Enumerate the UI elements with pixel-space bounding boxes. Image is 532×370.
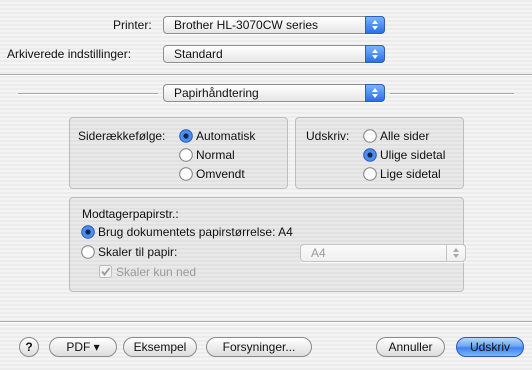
scale-down-label: Skaler kun ned — [116, 265, 197, 279]
use-document-size-label: Brug dokumentets papirstørrelse: A4 — [98, 225, 293, 239]
scale-paper-value: A4 — [311, 246, 326, 260]
print-pages-all-label: Alle sider — [380, 129, 430, 143]
top-separator — [0, 74, 532, 76]
print-button[interactable]: Udskriv — [456, 337, 524, 357]
presets-value: Standard — [174, 47, 223, 61]
preview-button[interactable]: Eksempel — [123, 337, 197, 357]
radio-odd-pages[interactable] — [363, 148, 377, 162]
pdf-menu-button[interactable]: PDF ▾ — [49, 337, 117, 357]
radio-all-pages[interactable] — [363, 129, 377, 143]
up-down-arrows-icon — [365, 45, 385, 63]
radio-scale-to-paper[interactable] — [81, 245, 95, 259]
print-dialog: Printer: Brother HL-3070CW series Arkive… — [0, 0, 532, 370]
printer-label: Printer: — [113, 18, 152, 32]
printer-popup[interactable]: Brother HL-3070CW series — [163, 16, 385, 34]
up-down-arrows-icon — [446, 244, 466, 262]
page-order-reversed-label: Omvendt — [196, 167, 245, 181]
print-pages-odd-label: Ulige sidetal — [380, 148, 446, 162]
help-button[interactable]: ? — [19, 337, 39, 357]
page-order-automatic-label: Automatisk — [196, 129, 256, 143]
cancel-button[interactable]: Annuller — [376, 337, 445, 357]
supplies-button[interactable]: Forsyninger... — [206, 337, 312, 357]
scale-down-checkbox[interactable] — [99, 265, 112, 278]
up-down-arrows-icon — [365, 16, 385, 34]
page-order-label: Siderækkefølge: — [78, 129, 166, 143]
page-order-normal-label: Normal — [196, 148, 235, 162]
print-pages-even-label: Lige sidetal — [380, 167, 441, 181]
up-down-arrows-icon — [365, 84, 385, 102]
radio-use-document-size[interactable] — [81, 225, 95, 239]
panel-separator-right — [390, 93, 514, 95]
radio-normal[interactable] — [179, 148, 193, 162]
print-pages-label: Udskriv: — [306, 129, 350, 143]
scale-paper-popup[interactable]: A4 — [300, 244, 466, 262]
panel-value: Papirhåndtering — [174, 86, 259, 100]
radio-reversed[interactable] — [179, 167, 193, 181]
panel-popup[interactable]: Papirhåndtering — [163, 84, 385, 102]
presets-label: Arkiverede indstillinger: — [7, 47, 132, 61]
radio-automatic[interactable] — [179, 129, 193, 143]
destination-title: Modtagerpapirstr.: — [82, 207, 179, 221]
printer-value: Brother HL-3070CW series — [174, 18, 319, 32]
panel-separator-left — [18, 93, 158, 95]
scale-to-paper-label: Skaler til papir: — [98, 245, 178, 259]
presets-popup[interactable]: Standard — [163, 45, 385, 63]
bottom-separator — [0, 321, 532, 323]
radio-even-pages[interactable] — [363, 167, 377, 181]
